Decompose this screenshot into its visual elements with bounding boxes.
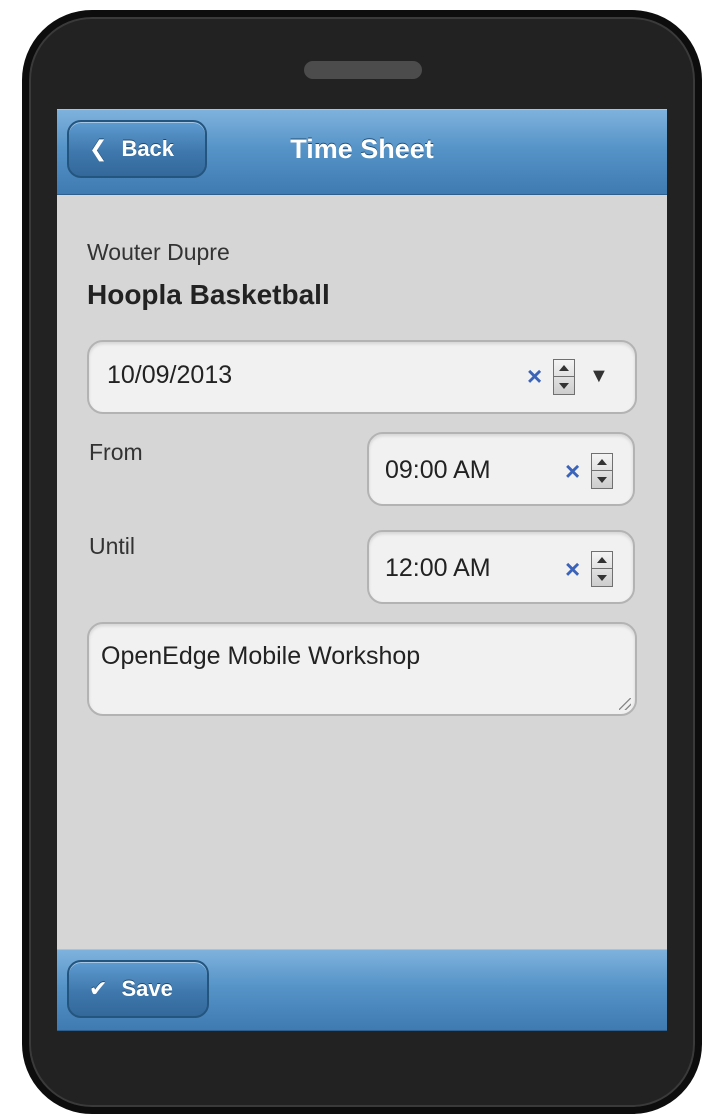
from-label: From — [89, 439, 143, 465]
resize-handle-icon[interactable] — [619, 698, 631, 710]
spin-up-icon[interactable] — [597, 557, 607, 563]
app-screen: ❮ Back Time Sheet Wouter Dupre Hoopla Ba… — [57, 109, 667, 1031]
page-title: Time Sheet — [290, 134, 434, 164]
company-name: Hoopla Basketball — [87, 279, 330, 310]
until-time-value: 12:00 AM — [385, 554, 491, 582]
date-value: 10/09/2013 — [107, 361, 233, 389]
clear-x-icon[interactable]: × — [565, 458, 580, 484]
header-bar: ❮ Back Time Sheet — [57, 109, 667, 195]
spin-up-icon[interactable] — [597, 459, 607, 465]
phone-speaker — [304, 61, 422, 79]
until-label: Until — [89, 533, 136, 559]
spin-up-icon[interactable] — [559, 365, 569, 371]
checkmark-icon: ✔ — [89, 976, 108, 1001]
clear-x-icon[interactable]: × — [565, 556, 580, 582]
footer-bar: ✔ Save — [57, 949, 667, 1031]
spin-down-icon[interactable] — [597, 575, 607, 581]
spin-down-icon[interactable] — [559, 383, 569, 389]
dropdown-arrow-icon[interactable]: ▼ — [589, 365, 609, 388]
spin-down-icon[interactable] — [597, 477, 607, 483]
from-time-spinner[interactable] — [591, 453, 613, 489]
notes-textarea[interactable]: OpenEdge Mobile Workshop — [87, 622, 637, 716]
clear-x-icon[interactable]: × — [527, 363, 542, 389]
date-spinner[interactable] — [553, 359, 575, 395]
phone-frame: ❮ Back Time Sheet Wouter Dupre Hoopla Ba… — [22, 10, 702, 1114]
notes-value: OpenEdge Mobile Workshop — [101, 642, 421, 670]
date-input[interactable]: 10/09/2013 × ▼ — [87, 340, 637, 414]
person-name: Wouter Dupre — [87, 239, 230, 265]
from-time-input[interactable]: 09:00 AM × — [367, 432, 635, 506]
save-button[interactable]: ✔ Save — [67, 960, 209, 1018]
from-time-value: 09:00 AM — [385, 456, 491, 484]
until-time-input[interactable]: 12:00 AM × — [367, 530, 635, 604]
save-button-label: Save — [121, 976, 173, 1001]
until-time-spinner[interactable] — [591, 551, 613, 587]
